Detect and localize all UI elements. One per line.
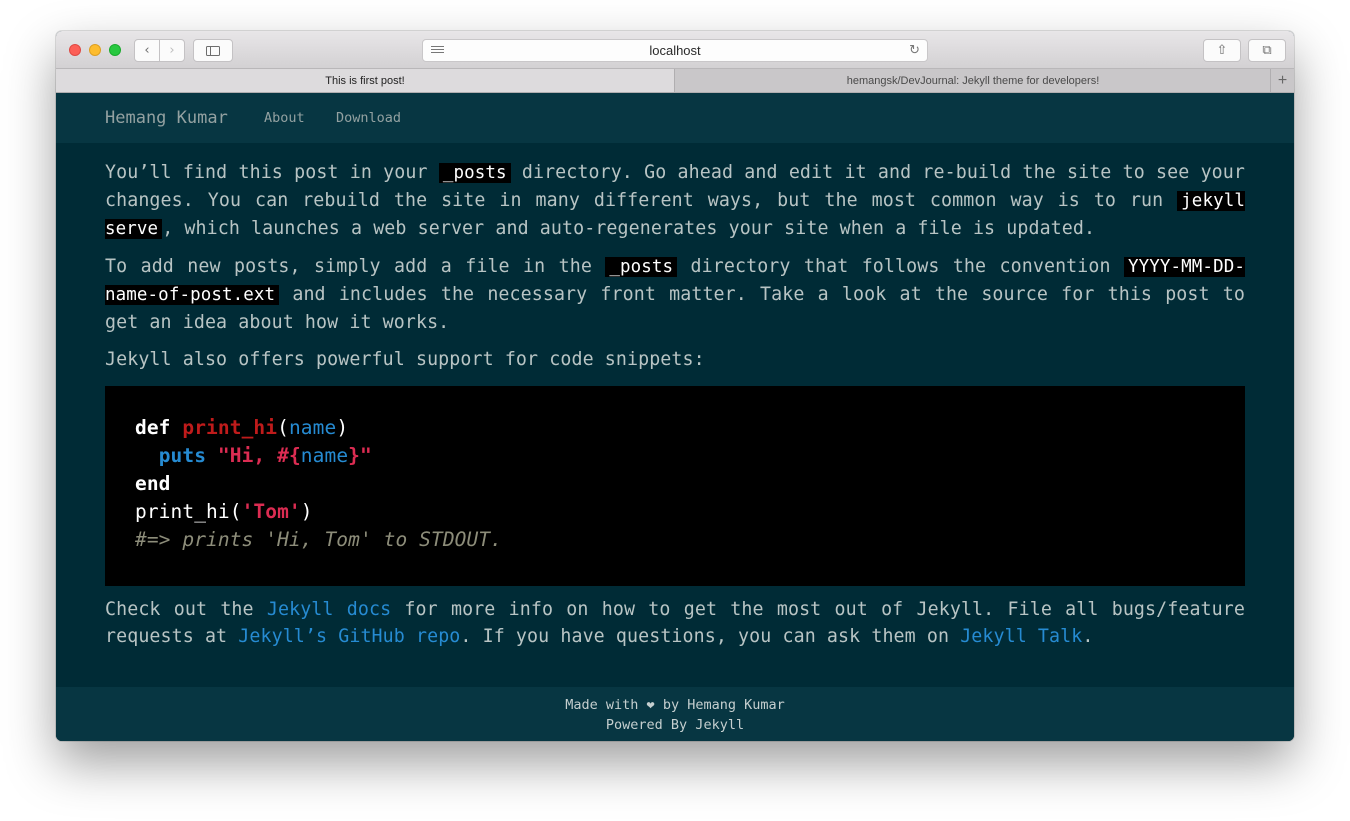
browser-window: ‹ › localhost ↻ ⇧ ⧉ This is first post! … — [56, 31, 1294, 741]
page-content: Hemang Kumar About Download You’ll find … — [56, 93, 1294, 741]
minimize-window-button[interactable] — [89, 44, 101, 56]
tab-label: This is first post! — [325, 74, 405, 87]
chevron-right-icon: › — [169, 43, 175, 58]
inline-code: _posts — [438, 163, 511, 183]
tab-devjournal[interactable]: hemangsk/DevJournal: Jekyll theme for de… — [676, 69, 1270, 92]
sidebar-toggle-button[interactable] — [193, 39, 233, 62]
made-with-line: Made with ❤ by Hemang Kumar — [565, 697, 785, 713]
back-button[interactable]: ‹ — [135, 40, 159, 61]
plus-icon: + — [1277, 71, 1288, 89]
site-header: Hemang Kumar About Download — [56, 93, 1294, 143]
new-tab-button[interactable]: + — [1270, 69, 1294, 92]
jekyll-docs-link[interactable]: Jekyll docs — [267, 599, 391, 620]
tabs-overview-icon: ⧉ — [1262, 43, 1272, 58]
tab-bar: This is first post! hemangsk/DevJournal:… — [56, 69, 1294, 93]
nav-download-link[interactable]: Download — [336, 110, 401, 126]
reload-icon[interactable]: ↻ — [909, 43, 920, 58]
tab-first-post[interactable]: This is first post! — [56, 69, 675, 92]
nav-about-link[interactable]: About — [264, 110, 305, 126]
chevron-left-icon: ‹ — [144, 43, 150, 58]
code-block: def print_hi(name) puts "Hi, #{name}" en… — [105, 386, 1245, 586]
inline-code: _posts — [605, 257, 678, 277]
paragraph-resources: Check out the Jekyll docs for more info … — [105, 599, 1245, 647]
powered-by-line: Powered By Jekyll — [605, 717, 745, 733]
show-tabs-button[interactable]: ⧉ — [1248, 39, 1286, 62]
site-brand-link[interactable]: Hemang Kumar — [105, 108, 228, 128]
paragraph-code-snippets: Jekyll also offers powerful support for … — [105, 349, 705, 370]
heart-icon: ❤ — [646, 697, 655, 713]
close-window-button[interactable] — [69, 44, 81, 56]
jekyll-github-link[interactable]: Jekyll’s GitHub repo — [238, 626, 460, 647]
share-button[interactable]: ⇧ — [1203, 39, 1241, 62]
url-text: localhost — [649, 43, 701, 58]
site-footer: Made with ❤ by Hemang Kumar Powered By J… — [56, 687, 1294, 741]
zoom-window-button[interactable] — [109, 44, 121, 56]
post-body: You’ll find this post in your _posts dir… — [105, 159, 1245, 660]
paragraph-posts-directory: You’ll find this post in your _posts dir… — [105, 162, 1245, 239]
jekyll-talk-link[interactable]: Jekyll Talk — [960, 626, 1082, 647]
tab-label: hemangsk/DevJournal: Jekyll theme for de… — [846, 74, 1100, 87]
history-nav: ‹ › — [134, 39, 185, 62]
address-bar[interactable]: localhost ↻ — [422, 39, 928, 62]
paragraph-new-posts: To add new posts, simply add a file in t… — [105, 256, 1245, 333]
browser-toolbar: ‹ › localhost ↻ ⇧ ⧉ — [56, 31, 1294, 69]
forward-button[interactable]: › — [159, 40, 184, 61]
sidebar-icon — [206, 45, 220, 56]
share-icon: ⇧ — [1216, 43, 1228, 58]
